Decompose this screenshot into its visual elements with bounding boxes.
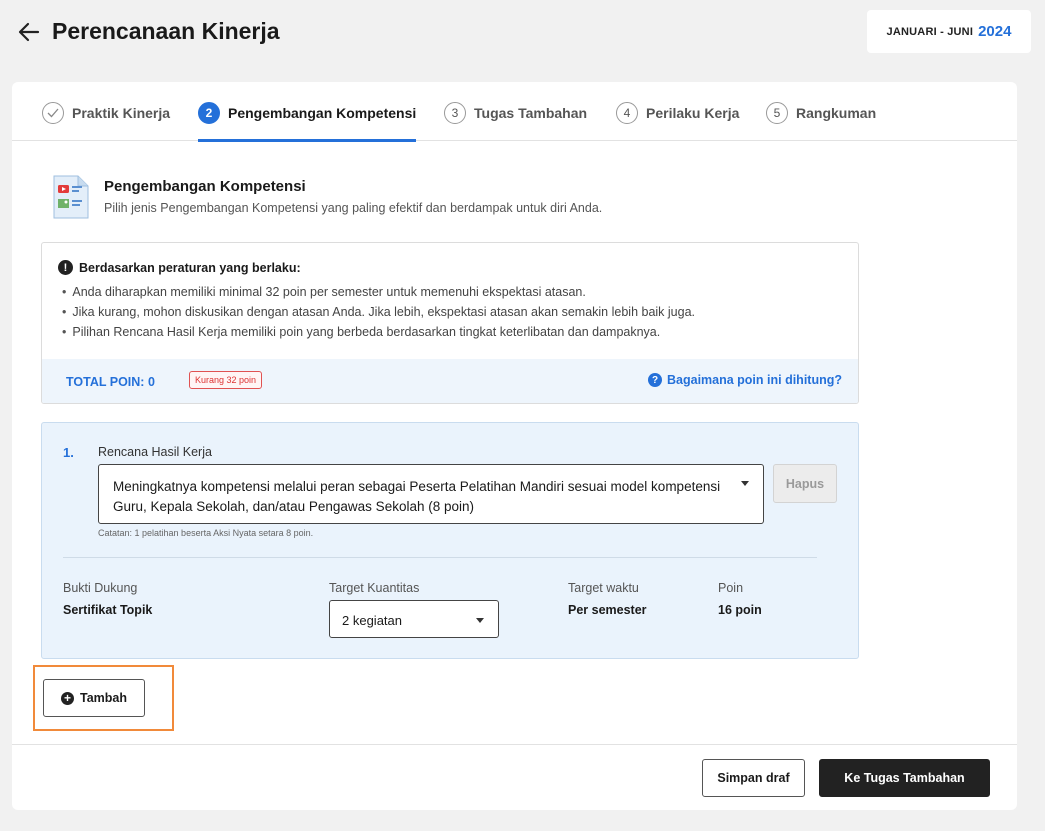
rules-info-box: ! Berdasarkan peraturan yang berlaku: An… xyxy=(41,242,859,404)
shortfall-badge: Kurang 32 poin xyxy=(189,371,263,389)
target-time-value: Per semester xyxy=(568,603,647,617)
form-card: Praktik Kinerja 2 Pengembangan Kompetens… xyxy=(12,82,1017,810)
poin-label: Poin xyxy=(718,581,744,595)
rhk-selected-value: Meningkatnya kompetensi melalui peran se… xyxy=(113,479,721,514)
section-subtitle: Pilih jenis Pengembangan Kompetensi yang… xyxy=(104,201,603,215)
stepper: Praktik Kinerja 2 Pengembangan Kompetens… xyxy=(12,82,1017,142)
rhk-note: Catatan: 1 pelatihan beserta Aksi Nyata … xyxy=(98,528,314,538)
target-qty-select[interactable]: 2 kegiatan xyxy=(329,600,499,638)
add-button-highlight: + Tambah xyxy=(33,665,174,731)
bukti-dukung-label: Bukti Dukung xyxy=(63,581,138,595)
step-label: Pengembangan Kompetensi xyxy=(228,105,417,121)
rhk-select[interactable]: Meningkatnya kompetensi melalui peran se… xyxy=(98,464,764,524)
delete-button[interactable]: Hapus xyxy=(773,464,837,503)
points-summary: TOTAL POIN: 0 Kurang 32 poin ? Bagaimana… xyxy=(42,359,858,403)
exclamation-icon: ! xyxy=(58,260,73,275)
document-media-icon xyxy=(52,174,90,220)
arrow-left-icon[interactable] xyxy=(16,18,42,46)
period-label: JANUARI - JUNI xyxy=(886,25,974,38)
target-qty-label: Target Kuantitas xyxy=(329,581,420,595)
add-item-button[interactable]: + Tambah xyxy=(43,679,145,717)
period-badge: JANUARI - JUNI 2024 xyxy=(867,10,1031,53)
step-label: Praktik Kinerja xyxy=(72,105,171,121)
period-year: 2024 xyxy=(978,23,1012,40)
rhk-field-label: Rencana Hasil Kerja xyxy=(98,445,212,459)
bukti-dukung-value: Sertifikat Topik xyxy=(63,603,153,617)
list-item: Jika kurang, mohon diskusikan dengan ata… xyxy=(62,302,695,322)
target-qty-value: 2 kegiatan xyxy=(342,613,402,628)
poin-value: 16 poin xyxy=(718,603,762,617)
total-points: TOTAL POIN: 0 xyxy=(66,375,155,389)
step-praktik-kinerja[interactable]: Praktik Kinerja xyxy=(42,102,170,142)
step-number: 3 xyxy=(444,102,466,124)
footer-actions: Simpan draf Ke Tugas Tambahan xyxy=(12,744,1017,810)
question-icon: ? xyxy=(648,373,662,387)
save-draft-button[interactable]: Simpan draf xyxy=(702,759,805,797)
list-item: Pilihan Rencana Hasil Kerja memiliki poi… xyxy=(62,322,695,342)
list-item: Anda diharapkan memiliki minimal 32 poin… xyxy=(62,282,695,302)
next-step-button[interactable]: Ke Tugas Tambahan xyxy=(819,759,990,797)
step-pengembangan-kompetensi[interactable]: 2 Pengembangan Kompetensi xyxy=(198,102,417,142)
points-help-link[interactable]: ? Bagaimana poin ini dihitung? xyxy=(648,373,842,387)
step-number: 2 xyxy=(198,102,220,124)
step-label: Rangkuman xyxy=(796,105,877,121)
plus-circle-icon: + xyxy=(61,691,74,705)
step-tugas-tambahan[interactable]: 3 Tugas Tambahan xyxy=(444,102,587,142)
step-rangkuman[interactable]: 5 Rangkuman xyxy=(766,102,876,142)
rhk-item: 1. Rencana Hasil Kerja Meningkatnya komp… xyxy=(41,422,859,659)
top-bar: Perencanaan Kinerja JANUARI - JUNI 2024 xyxy=(0,0,1045,70)
item-number: 1. xyxy=(63,445,74,460)
rules-list: Anda diharapkan memiliki minimal 32 poin… xyxy=(62,282,695,342)
step-number: 4 xyxy=(616,102,638,124)
rules-heading-text: Berdasarkan peraturan yang berlaku: xyxy=(79,260,301,275)
rules-heading: ! Berdasarkan peraturan yang berlaku: xyxy=(58,260,301,275)
points-help-text: Bagaimana poin ini dihitung? xyxy=(667,373,842,387)
add-item-label: Tambah xyxy=(80,691,127,705)
step-label: Perilaku Kerja xyxy=(646,105,740,121)
section-title: Pengembangan Kompetensi xyxy=(104,178,306,195)
step-perilaku-kerja[interactable]: 4 Perilaku Kerja xyxy=(616,102,739,142)
step-label: Tugas Tambahan xyxy=(474,105,588,121)
chevron-down-icon xyxy=(741,481,749,486)
chevron-down-icon xyxy=(476,618,484,623)
step-number: 5 xyxy=(766,102,788,124)
target-time-label: Target waktu xyxy=(568,581,639,595)
divider xyxy=(63,557,817,558)
page-title: Perencanaan Kinerja xyxy=(52,18,280,44)
check-icon xyxy=(42,102,64,124)
